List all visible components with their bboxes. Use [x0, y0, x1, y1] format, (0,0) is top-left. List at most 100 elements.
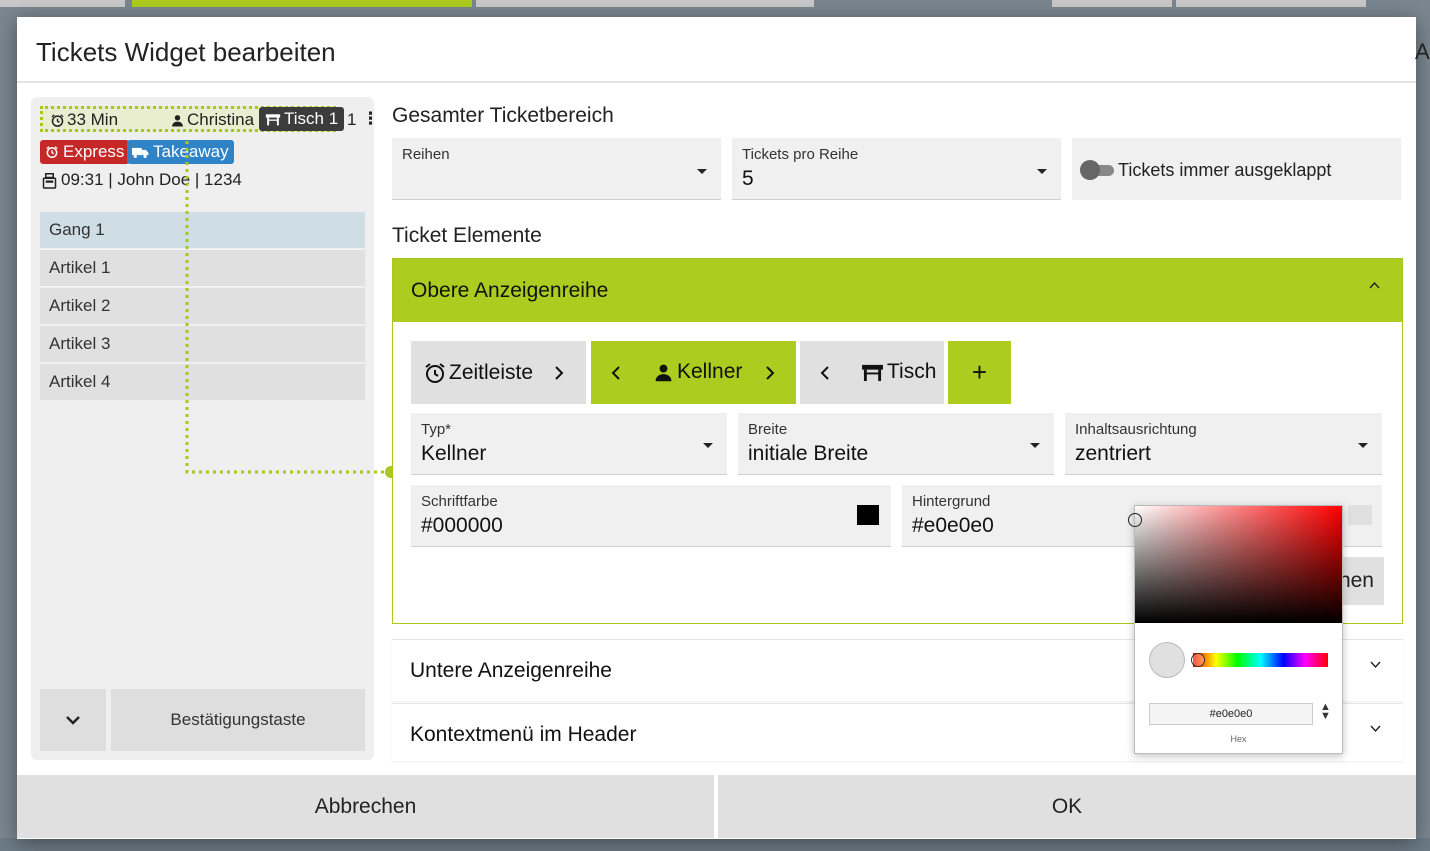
collapse-preview-button[interactable]: [40, 689, 106, 751]
chip-tisch[interactable]: Tisch: [800, 341, 944, 404]
format-toggle-icon[interactable]: ▲ ▼: [1320, 702, 1331, 722]
edit-widget-dialog: Tickets Widget bearbeiten Ar 33 Min Chri…: [17, 17, 1430, 839]
preview-time: 33 Min: [50, 110, 118, 130]
breite-value: initiale Breite: [748, 442, 869, 465]
express-label: Express: [63, 142, 125, 161]
person-icon: [655, 364, 672, 382]
add-element-button[interactable]: +: [948, 341, 1011, 404]
caret-down-icon: [1358, 443, 1368, 448]
schriftfarbe-field[interactable]: Schriftfarbe #000000: [411, 485, 891, 547]
saturation-area[interactable]: [1135, 506, 1342, 623]
tickets-pro-reihe-select[interactable]: Tickets pro Reihe 5: [732, 138, 1061, 200]
background-tab-1: [0, 0, 125, 7]
background-peek-text: Ar: [1415, 39, 1430, 64]
inhaltsausrichtung-label: Inhaltsausrichtung: [1075, 421, 1197, 438]
list-item: Artikel 2: [40, 288, 365, 324]
color-picker: #e0e0e0 ▲ ▼ Hex: [1128, 505, 1343, 754]
tickets-ausgeklappt-field: Tickets immer ausgeklappt: [1072, 138, 1401, 200]
hintergrund-value: #e0e0e0: [912, 514, 994, 537]
typ-select[interactable]: Typ* Kellner: [411, 413, 727, 475]
hex-label: Hex: [1230, 734, 1247, 744]
hintergrund-swatch[interactable]: [1348, 505, 1372, 525]
background-tab-3: [476, 0, 814, 7]
saturation-cursor[interactable]: [1128, 513, 1142, 527]
chevron-left-icon[interactable]: [611, 366, 620, 380]
cash-register-icon: [42, 172, 57, 189]
inhaltsausrichtung-value: zentriert: [1075, 442, 1151, 465]
chip-zeitleiste[interactable]: Zeitleiste: [411, 341, 586, 404]
list-item-gang: Gang 1: [40, 212, 365, 248]
list-item: Artikel 1: [40, 250, 365, 286]
more-vert-icon[interactable]: ⋮: [362, 109, 379, 129]
cancel-button[interactable]: Abbrechen: [17, 775, 714, 838]
confirm-button[interactable]: Bestätigungstaste: [111, 689, 365, 751]
person-icon: [172, 114, 183, 126]
table-icon: [265, 113, 281, 125]
chip-zeitleiste-label: Zeitleiste: [449, 360, 534, 384]
untere-anzeigenreihe-title: Untere Anzeigenreihe: [410, 659, 612, 682]
alarm-icon: [46, 146, 58, 159]
background-tab-4: [1052, 0, 1172, 7]
section-title-elemente: Ticket Elemente: [392, 224, 542, 247]
preview-tisch-badge: Tisch 1: [259, 107, 345, 131]
chevron-left-icon[interactable]: [820, 366, 829, 380]
reihen-select[interactable]: Reihen: [392, 138, 721, 200]
chevron-up-icon: [1369, 281, 1380, 289]
current-color-swatch: [1149, 642, 1185, 678]
background-tab-2: [132, 0, 472, 7]
schriftfarbe-swatch[interactable]: [857, 505, 879, 525]
express-badge: Express: [40, 140, 130, 164]
chevron-down-icon: [1370, 661, 1381, 669]
alarm-icon: [51, 113, 64, 127]
breite-select[interactable]: Breite initiale Breite: [738, 413, 1054, 475]
chevron-right-icon[interactable]: [766, 366, 775, 380]
preview-item-list: Gang 1 Artikel 1 Artikel 2 Artikel 3 Art…: [40, 212, 365, 402]
section-title-gesamter: Gesamter Ticketbereich: [392, 104, 614, 127]
takeaway-label: Takeaway: [153, 142, 229, 161]
title-divider: [17, 81, 1416, 83]
panel-title: Obere Anzeigenreihe: [411, 279, 609, 302]
typ-label: Typ*: [421, 421, 452, 438]
dialog-title: Tickets Widget bearbeiten: [36, 37, 336, 67]
tickets-pro-reihe-value: 5: [742, 167, 754, 190]
caret-down-icon: [697, 169, 707, 174]
breite-label: Breite: [748, 421, 788, 438]
caret-down-icon: [703, 443, 713, 448]
chip-kellner[interactable]: Kellner: [591, 341, 796, 404]
inhaltsausrichtung-select[interactable]: Inhaltsausrichtung zentriert: [1065, 413, 1382, 475]
typ-value: Kellner: [421, 442, 487, 465]
chip-kellner-label: Kellner: [677, 360, 743, 383]
table-icon: [862, 364, 883, 382]
preview-header-row: 33 Min Christina Tisch 1 1 ⋮: [40, 106, 379, 132]
ticket-preview: 33 Min Christina Tisch 1 1 ⋮ Express Tak…: [31, 97, 379, 760]
kontextmenue-title: Kontextmenü im Header: [410, 723, 637, 746]
background-tab-5: [1176, 0, 1366, 7]
takeaway-badge: Takeaway: [127, 140, 234, 164]
preview-kellner: Christina: [171, 110, 254, 130]
list-item: Artikel 4: [40, 364, 365, 400]
preview-info-row: 09:31 | John Doe | 1234: [42, 170, 242, 190]
truck-icon: [132, 147, 149, 158]
reihen-label: Reihen: [402, 146, 450, 163]
preview-count: 1: [347, 110, 357, 129]
chevron-right-icon[interactable]: [555, 366, 564, 380]
chip-tisch-label: Tisch: [887, 360, 937, 383]
hue-slider[interactable]: [1193, 653, 1328, 667]
caret-down-icon: [1030, 443, 1040, 448]
preview-tisch-label: Tisch 1: [284, 109, 339, 128]
chevron-down-icon: [1370, 725, 1381, 733]
background-footer: [0, 838, 1430, 851]
schriftfarbe-label: Schriftfarbe: [421, 493, 498, 510]
list-item: Artikel 3: [40, 326, 365, 362]
ok-button[interactable]: OK: [718, 775, 1416, 838]
hue-slider-knob[interactable]: [1191, 653, 1205, 667]
chevron-down-icon: [66, 716, 80, 725]
panel-header[interactable]: Obere Anzeigenreihe: [393, 259, 1402, 322]
preview-time-label: 33 Min: [67, 110, 119, 129]
toggle-knob[interactable]: [1080, 160, 1100, 180]
hintergrund-label: Hintergrund: [912, 493, 991, 510]
schriftfarbe-value: #000000: [421, 514, 503, 537]
caret-down-icon: [1037, 169, 1047, 174]
alarm-icon: [425, 362, 445, 383]
hex-input[interactable]: #e0e0e0: [1149, 703, 1313, 725]
